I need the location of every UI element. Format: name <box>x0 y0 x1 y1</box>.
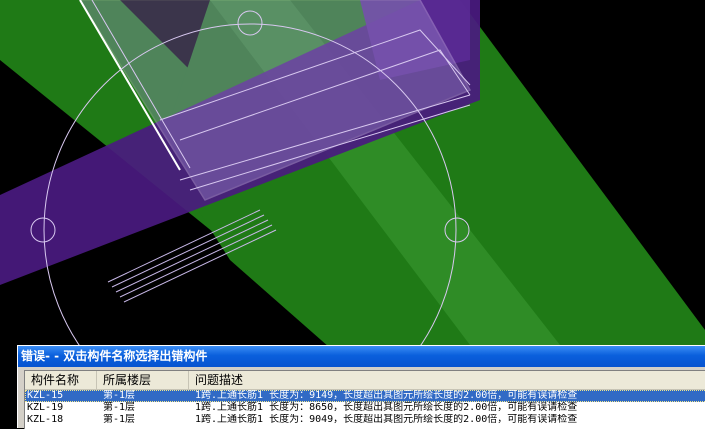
description-cell: 1跨.上通长筋1 长度为：8650，长度超出其图元所绘长度的2.00倍，可能有误… <box>195 402 578 413</box>
component-name-cell[interactable]: KZL-15 <box>27 390 97 402</box>
floor-cell: 第-1层 <box>103 390 136 401</box>
error-list-panel: 错误- - 双击构件名称选择出错构件 构件名称 所属楼层 问题描述 KZL-15… <box>17 345 705 429</box>
list-header: 构件名称 所属楼层 问题描述 <box>25 371 705 390</box>
column-header-floor[interactable]: 所属楼层 <box>97 371 189 389</box>
description-cell: 1跨.上通长筋1 长度为：9049，长度超出其图元所绘长度的2.00倍，可能有误… <box>195 414 578 425</box>
column-header-name[interactable]: 构件名称 <box>25 371 97 389</box>
description-cell: 1跨.上通长筋1 长度为：9149，长度超出其图元所绘长度的2.00倍，可能有误… <box>195 390 578 401</box>
floor-cell: 第-1层 <box>103 414 136 425</box>
table-row[interactable]: KZL-19 第-1层 1跨.上通长筋1 长度为：8650，长度超出其图元所绘长… <box>25 402 705 414</box>
floor-cell: 第-1层 <box>103 402 136 413</box>
error-list[interactable]: 构件名称 所属楼层 问题描述 KZL-15 第-1层 1跨.上通长筋1 长度为：… <box>24 370 705 429</box>
column-header-description[interactable]: 问题描述 <box>189 371 705 389</box>
component-name-cell[interactable]: KZL-19 <box>27 402 97 414</box>
panel-title-bar[interactable]: 错误- - 双击构件名称选择出错构件 <box>18 346 705 367</box>
table-row[interactable]: KZL-18 第-1层 1跨.上通长筋1 长度为：9049，长度超出其图元所绘长… <box>25 414 705 426</box>
table-row[interactable]: KZL-15 第-1层 1跨.上通长筋1 长度为：9149，长度超出其图元所绘长… <box>25 390 705 402</box>
component-name-cell[interactable]: KZL-18 <box>27 414 97 426</box>
